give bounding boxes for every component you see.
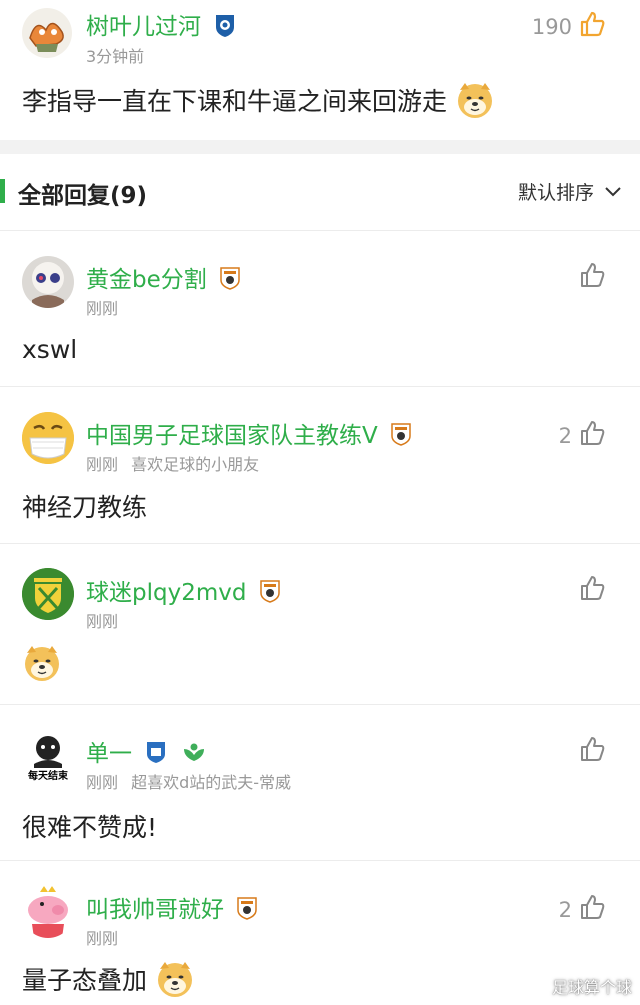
list-item: 每天结束 单一 刚刚 超喜欢d站的武夫-常威 很难不赞成! [0, 705, 640, 860]
sort-label: 默认排序 [517, 182, 594, 204]
username[interactable]: 黄金be分割 [86, 260, 240, 296]
reply-time: 刚刚 [86, 299, 119, 318]
reply-text [22, 643, 62, 689]
thumbs-up-icon [578, 893, 606, 926]
team-badge-icon [260, 579, 280, 609]
like-count: 2 [558, 897, 572, 922]
top-comment-username[interactable]: 树叶儿过河 [86, 7, 236, 44]
team-badge-icon [391, 422, 411, 452]
doge-emoji-icon [155, 959, 195, 1005]
avatar[interactable] [22, 886, 74, 938]
avatar-caption: 每天结束 [28, 771, 68, 782]
team-badge-icon [214, 12, 236, 44]
thumbs-up-icon [578, 261, 606, 294]
reply-time: 刚刚 [86, 612, 119, 631]
like-button[interactable]: 2 [559, 419, 606, 452]
reply-text: 量子态叠加 [22, 959, 195, 1005]
like-button[interactable] [578, 735, 606, 768]
section-accent-bar [0, 179, 5, 203]
thumbs-up-icon [578, 735, 606, 768]
reply-meta: 刚刚 喜欢足球的小朋友 [86, 451, 259, 475]
avatar[interactable] [22, 256, 74, 308]
replies-title: 全部回复(9) [18, 183, 148, 209]
reply-meta: 刚刚 超喜欢d站的武夫-常威 [86, 769, 291, 793]
reply-time: 刚刚 [86, 455, 119, 474]
avatar[interactable]: 每天结束 [22, 730, 74, 782]
list-item: 球迷plqy2mvd 刚刚 [0, 544, 640, 704]
username[interactable]: 球迷plqy2mvd [86, 573, 280, 609]
username[interactable]: 中国男子足球国家队主教练V [86, 416, 411, 452]
watermark: 足球算个球 [551, 978, 632, 997]
reply-text: xswl [22, 335, 78, 364]
team-badge-icon [220, 266, 240, 296]
reply-text: 神经刀教练 [22, 493, 148, 522]
like-count: 190 [531, 14, 572, 39]
chevron-down-icon [604, 181, 622, 203]
team-badge-icon [237, 896, 258, 926]
like-count: 2 [558, 423, 572, 448]
user-tag: 超喜欢d站的武夫-常威 [131, 773, 292, 792]
list-item: 黄金be分割 刚刚 xswl [0, 231, 640, 386]
like-button[interactable]: 2 [559, 893, 606, 926]
like-button[interactable] [578, 261, 606, 294]
user-tag: 喜欢足球的小朋友 [131, 455, 260, 474]
list-item: 中国男子足球国家队主教练V 刚刚 喜欢足球的小朋友 2 神经刀教练 [0, 387, 640, 543]
top-comment-time: 3分钟前 [86, 47, 145, 66]
username[interactable]: 叫我帅哥就好 [86, 890, 258, 926]
replies-header: 全部回复(9) 默认排序 [0, 154, 640, 230]
sort-dropdown[interactable]: 默认排序 [518, 178, 622, 205]
top-comment-card: 树叶儿过河 3分钟前 190 李指导一直在下课和牛逼之间来回游走 [0, 0, 640, 140]
doge-emoji-icon [455, 80, 495, 126]
username[interactable]: 单一 [86, 734, 207, 770]
avatar[interactable] [22, 412, 74, 464]
list-item: 叫我帅哥就好 刚刚 2 量子态叠加 足球算个球 [0, 861, 640, 1005]
thumbs-up-icon [578, 10, 606, 43]
avatar[interactable] [22, 8, 72, 58]
leaf-badge-icon [181, 741, 207, 769]
reply-time: 刚刚 [86, 929, 119, 948]
top-comment-text: 李指导一直在下课和牛逼之间来回游走 [22, 80, 495, 126]
like-button[interactable] [578, 574, 606, 607]
reply-time: 刚刚 [86, 773, 119, 792]
doge-emoji-icon [22, 643, 62, 689]
team-badge-icon [145, 740, 167, 770]
reply-text: 很难不赞成! [22, 813, 158, 842]
avatar[interactable] [22, 568, 74, 620]
thumbs-up-icon [578, 419, 606, 452]
thumbs-up-icon [578, 574, 606, 607]
like-button[interactable]: 190 [532, 10, 606, 43]
